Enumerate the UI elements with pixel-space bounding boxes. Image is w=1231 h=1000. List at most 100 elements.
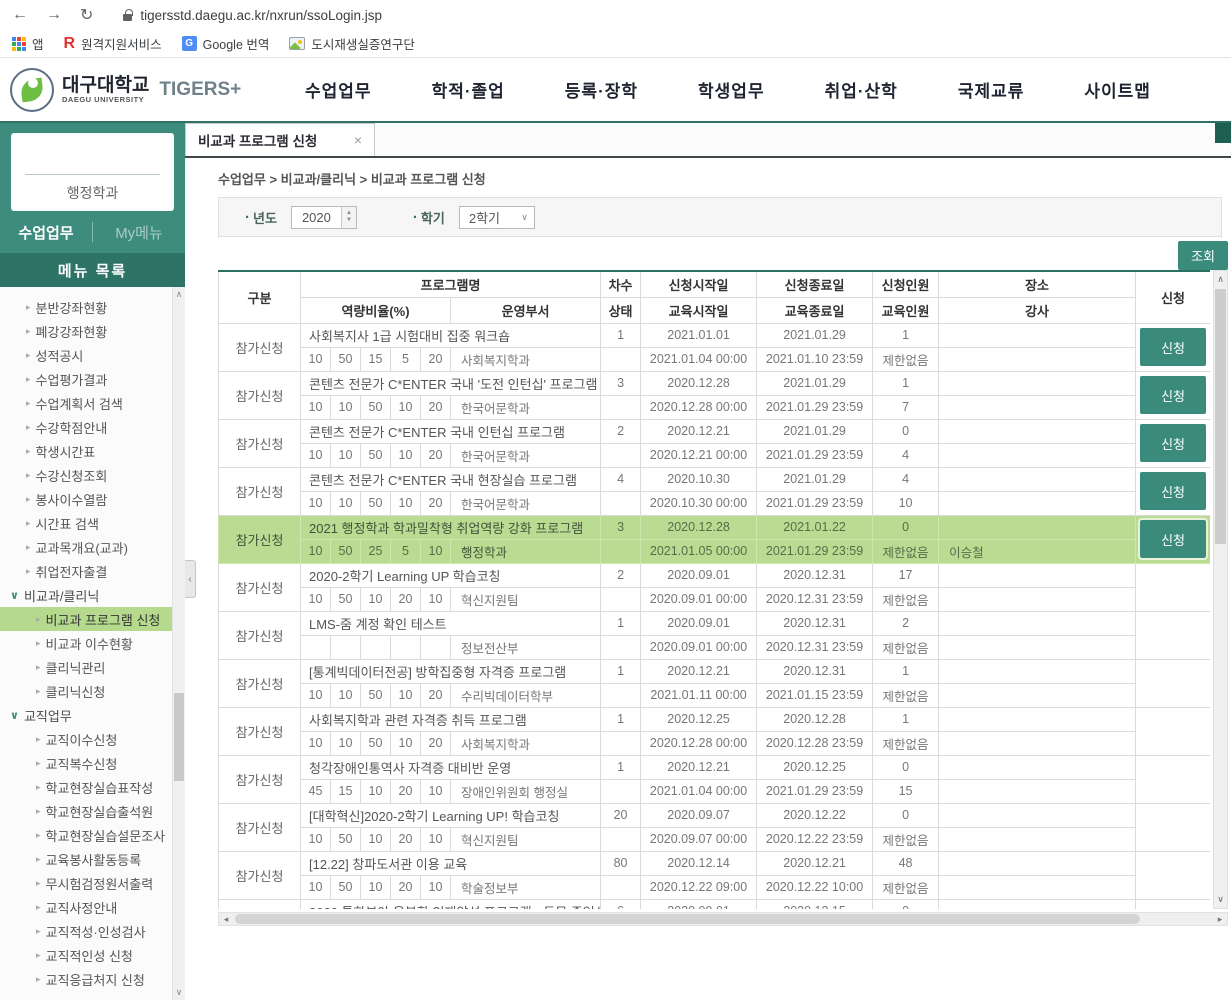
program-row-detail[interactable]: 105025510행정학과2021.01.05 00:002021.01.29 … xyxy=(219,539,1211,563)
bookmark-apps[interactable]: 앱 xyxy=(12,34,44,53)
sidebar-tab-mymenu[interactable]: My메뉴 xyxy=(93,222,185,243)
program-row-detail[interactable]: 1050102010학술정보부2020.12.22 09:002020.12.2… xyxy=(219,875,1211,899)
sidebar-menu-item[interactable]: ▸비교과 이수현황 xyxy=(0,631,172,655)
program-row-detail[interactable]: 1050102010혁신지원팀2020.09.07 00:002020.12.2… xyxy=(219,827,1211,851)
sidebar-menu-item[interactable]: ▸클리닉관리 xyxy=(0,655,172,679)
program-row-detail[interactable]: 1010501020사회복지학과2020.12.28 00:002020.12.… xyxy=(219,731,1211,755)
sidebar-menu-item[interactable]: ▸교직사정안내 xyxy=(0,895,172,919)
nav-item-1[interactable]: 학적·졸업 xyxy=(432,77,505,102)
sidebar-menu-item[interactable]: ▸성적공시 xyxy=(0,343,172,367)
sidebar-menu-group[interactable]: ∨교직업무 xyxy=(0,703,172,727)
table-scroll-thumb[interactable] xyxy=(1215,289,1226,544)
university-logo[interactable]: 대구대학교 DAEGU UNIVERSITY TIGERS+ xyxy=(10,68,265,112)
program-row-detail[interactable]: 1010501020한국어문학과2020.10.30 00:002021.01.… xyxy=(219,491,1211,515)
table-vertical-scrollbar[interactable]: ∧ ∨ xyxy=(1213,270,1228,909)
scroll-up-icon[interactable]: ∧ xyxy=(173,289,185,300)
back-icon[interactable]: ← xyxy=(12,6,28,24)
apply-button[interactable]: 신청 xyxy=(1140,328,1206,366)
scroll-left-icon[interactable]: ◂ xyxy=(219,913,233,925)
nav-item-4[interactable]: 취업·산학 xyxy=(825,77,898,102)
sidebar-menu-item[interactable]: ▸분반강좌현황 xyxy=(0,295,172,319)
url-text[interactable]: tigersstd.daegu.ac.kr/nxrun/ssoLogin.jsp xyxy=(140,8,382,23)
sidebar-menu-group[interactable]: ∨비교과/클리닉 xyxy=(0,583,172,607)
year-spinner-buttons[interactable]: ▲ ▼ xyxy=(341,207,356,228)
sidebar-menu-item[interactable]: ▸취업전자출결 xyxy=(0,559,172,583)
program-row[interactable]: 참가신청LMS-줌 계정 확인 테스트12020.09.012020.12.31… xyxy=(219,611,1211,635)
sidebar-menu-item[interactable]: ▸학생시간표 xyxy=(0,439,172,463)
program-row[interactable]: 참가신청콘텐츠 전문가 C*ENTER 국내 현장실습 프로그램42020.10… xyxy=(219,467,1211,491)
bookmark-google-translate[interactable]: G Google 번역 xyxy=(182,34,270,53)
program-row-detail[interactable]: 4515102010장애인위원회 행정실2021.01.04 00:002021… xyxy=(219,779,1211,803)
sidebar-menu-item[interactable]: ▸봉사이수열람 xyxy=(0,487,172,511)
program-row[interactable]: 참가신청2021 행정학과 학과밀착형 취업역량 강화 프로그램32020.12… xyxy=(219,515,1211,539)
address-bar[interactable]: tigersstd.daegu.ac.kr/nxrun/ssoLogin.jsp xyxy=(123,8,1231,23)
sidebar-menu-item[interactable]: ▸수강신청조회 xyxy=(0,463,172,487)
caret-up-icon[interactable]: ▲ xyxy=(346,210,352,217)
close-icon[interactable]: × xyxy=(354,132,362,148)
sidebar-menu-item[interactable]: ▸수강학점안내 xyxy=(0,415,172,439)
bookmark-research-group[interactable]: 도시재생실증연구단 xyxy=(289,34,415,53)
apply-button[interactable]: 신청 xyxy=(1140,376,1206,414)
year-value[interactable]: 2020 xyxy=(292,207,341,228)
sidebar-scrollbar[interactable]: ∧ ∨ xyxy=(172,287,185,1000)
sidebar-menu-item[interactable]: ▸학교현장실습표작성 xyxy=(0,775,172,799)
apply-button[interactable]: 신청 xyxy=(1140,424,1206,462)
semester-select[interactable]: 2학기 ∨ xyxy=(459,206,535,229)
bookmark-remote-support[interactable]: R 원격지원서비스 xyxy=(64,34,162,53)
nav-item-6[interactable]: 사이트맵 xyxy=(1084,77,1151,102)
program-row[interactable]: 참가신청콘텐츠 전문가 C*ENTER 국내 '도전 인턴십' 프로그램3202… xyxy=(219,371,1211,395)
sidebar-menu-item[interactable]: ▸교직적성·인성검사 xyxy=(0,919,172,943)
year-spinner[interactable]: 2020 ▲ ▼ xyxy=(291,206,357,229)
horizontal-scroll-thumb[interactable] xyxy=(235,914,1140,924)
program-row-detail[interactable]: 1010501020한국어문학과2020.12.28 00:002021.01.… xyxy=(219,395,1211,419)
sidebar-collapse-handle[interactable]: ‹ xyxy=(185,560,196,598)
sidebar-menu-item[interactable]: ▸교직이수신청 xyxy=(0,727,172,751)
sidebar-menu-item[interactable]: ▸교직응급처지 신청 xyxy=(0,967,172,991)
reload-icon[interactable]: ↻ xyxy=(80,5,93,25)
program-row-detail[interactable]: 105015520사회복지학과2021.01.04 00:002021.01.1… xyxy=(219,347,1211,371)
program-row[interactable]: 참가신청청각장애인통역사 자격증 대비반 운영12020.12.212020.1… xyxy=(219,755,1211,779)
program-row[interactable]: 참가신청2020-2학기 Learning UP 학습코칭22020.09.01… xyxy=(219,563,1211,587)
program-row[interactable]: 참가신청사회복지학과 관련 자격증 취득 프로그램12020.12.252020… xyxy=(219,707,1211,731)
sidebar-menu-item[interactable]: ▸교직복수신청 xyxy=(0,751,172,775)
sidebar-menu-item[interactable]: ▸교과목개요(교과) xyxy=(0,535,172,559)
nav-item-3[interactable]: 학생업무 xyxy=(698,77,765,102)
forward-icon[interactable]: → xyxy=(46,6,62,24)
scroll-down-icon[interactable]: ∨ xyxy=(173,987,185,998)
table-horizontal-scrollbar[interactable]: ◂ ▸ xyxy=(218,912,1228,926)
program-row[interactable]: 2020 특화분야 융복합 인재양성 프로그램 - 동문 졸업선62020.09… xyxy=(219,899,1211,909)
sidebar-menu-item[interactable]: ▸교육봉사활동등록 xyxy=(0,847,172,871)
apply-button[interactable]: 신청 xyxy=(1140,520,1206,558)
sidebar-scroll-thumb[interactable] xyxy=(174,693,184,781)
program-row-detail[interactable]: 정보전산부2020.09.01 00:002020.12.31 23:59제한없… xyxy=(219,635,1211,659)
apply-button[interactable]: 신청 xyxy=(1140,472,1206,510)
page-tab[interactable]: 비교과 프로그램 신청 × xyxy=(185,123,375,156)
program-row[interactable]: 참가신청[12.22] 창파도서관 이용 교육802020.12.142020.… xyxy=(219,851,1211,875)
sidebar-tab-lecture[interactable]: 수업업무 xyxy=(0,222,92,243)
scroll-right-icon[interactable]: ▸ xyxy=(1213,913,1227,925)
program-row[interactable]: 참가신청사회복지사 1급 시험대비 집중 워크숍12021.01.012021.… xyxy=(219,323,1211,347)
sidebar-menu-item[interactable]: ▸클리닉신청 xyxy=(0,679,172,703)
sidebar-menu-item[interactable]: ▸무시험검정원서출력 xyxy=(0,871,172,895)
program-row[interactable]: 참가신청콘텐츠 전문가 C*ENTER 국내 인턴십 프로그램22020.12.… xyxy=(219,419,1211,443)
program-row[interactable]: 참가신청[통계빅데이터전공] 방학집중형 자격증 프로그램12020.12.21… xyxy=(219,659,1211,683)
sidebar-menu-item[interactable]: ▸비교과 프로그램 신청 xyxy=(0,607,172,631)
nav-item-0[interactable]: 수업업무 xyxy=(305,77,372,102)
nav-item-2[interactable]: 등록·장학 xyxy=(565,77,638,102)
sidebar-menu-item[interactable]: ▸학교현장실습출석원 xyxy=(0,799,172,823)
sidebar-menu-item[interactable]: ▸시간표 검색 xyxy=(0,511,172,535)
caret-down-icon[interactable]: ▼ xyxy=(346,217,352,224)
scroll-up-icon[interactable]: ∧ xyxy=(1214,274,1227,285)
sidebar-menu-item[interactable]: ▸폐강강좌현황 xyxy=(0,319,172,343)
scroll-down-icon[interactable]: ∨ xyxy=(1214,894,1227,905)
program-row-detail[interactable]: 1010501020한국어문학과2020.12.21 00:002021.01.… xyxy=(219,443,1211,467)
sidebar-menu-item[interactable]: ▸수업계획서 검색 xyxy=(0,391,172,415)
sidebar-menu-item[interactable]: ▸수업평가결과 xyxy=(0,367,172,391)
program-row-detail[interactable]: 1010501020수리빅데이터학부2021.01.11 00:002021.0… xyxy=(219,683,1211,707)
search-button[interactable]: 조회 xyxy=(1178,241,1228,270)
program-row[interactable]: 참가신청[대학혁신]2020-2학기 Learning UP! 학습코칭2020… xyxy=(219,803,1211,827)
nav-item-5[interactable]: 국제교류 xyxy=(958,77,1025,102)
sidebar-menu-item[interactable]: ▸교직적인성 신청 xyxy=(0,943,172,967)
sidebar-menu-item[interactable]: ▸학교현장실습설문조사 xyxy=(0,823,172,847)
program-row-detail[interactable]: 1050102010혁신지원팀2020.09.01 00:002020.12.3… xyxy=(219,587,1211,611)
